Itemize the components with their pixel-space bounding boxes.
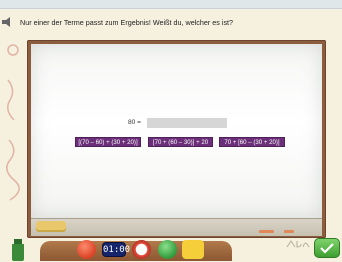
equation-prefix: 80 =: [128, 119, 142, 126]
term-card-1[interactable]: [(70 – 60) + (30 + 20)]: [75, 137, 141, 147]
chalk-icon: [259, 230, 274, 233]
term-card-3[interactable]: 70 + [60 – (30 + 20)]: [219, 137, 285, 147]
confirm-button[interactable]: [314, 238, 340, 258]
answer-drop-slot[interactable]: [147, 118, 227, 128]
bottle-icon[interactable]: [8, 239, 28, 261]
term-card-2[interactable]: [70 + (60 – 30)] + 20: [148, 137, 213, 147]
side-decoration: [4, 40, 22, 220]
chalkboard: [31, 44, 322, 218]
chalk-icon: [284, 230, 294, 233]
handwritten-decoration-icon: [286, 240, 310, 248]
speaker-icon[interactable]: [1, 16, 15, 28]
gauge-icon[interactable]: [132, 240, 151, 259]
instruction-text: Nur einer der Terme passt zum Ergebnis! …: [20, 18, 234, 27]
clock-icon[interactable]: 01:00: [102, 242, 130, 257]
red-star-icon[interactable]: [77, 240, 96, 259]
chalk-tray: [31, 218, 322, 236]
bars-icon[interactable]: [182, 240, 204, 259]
checkmark-icon: [320, 243, 334, 254]
green-icon[interactable]: [158, 240, 177, 259]
decorative-scribble-icon: [6, 44, 20, 201]
sponge-icon[interactable]: [36, 221, 66, 232]
top-strip: [0, 0, 342, 9]
